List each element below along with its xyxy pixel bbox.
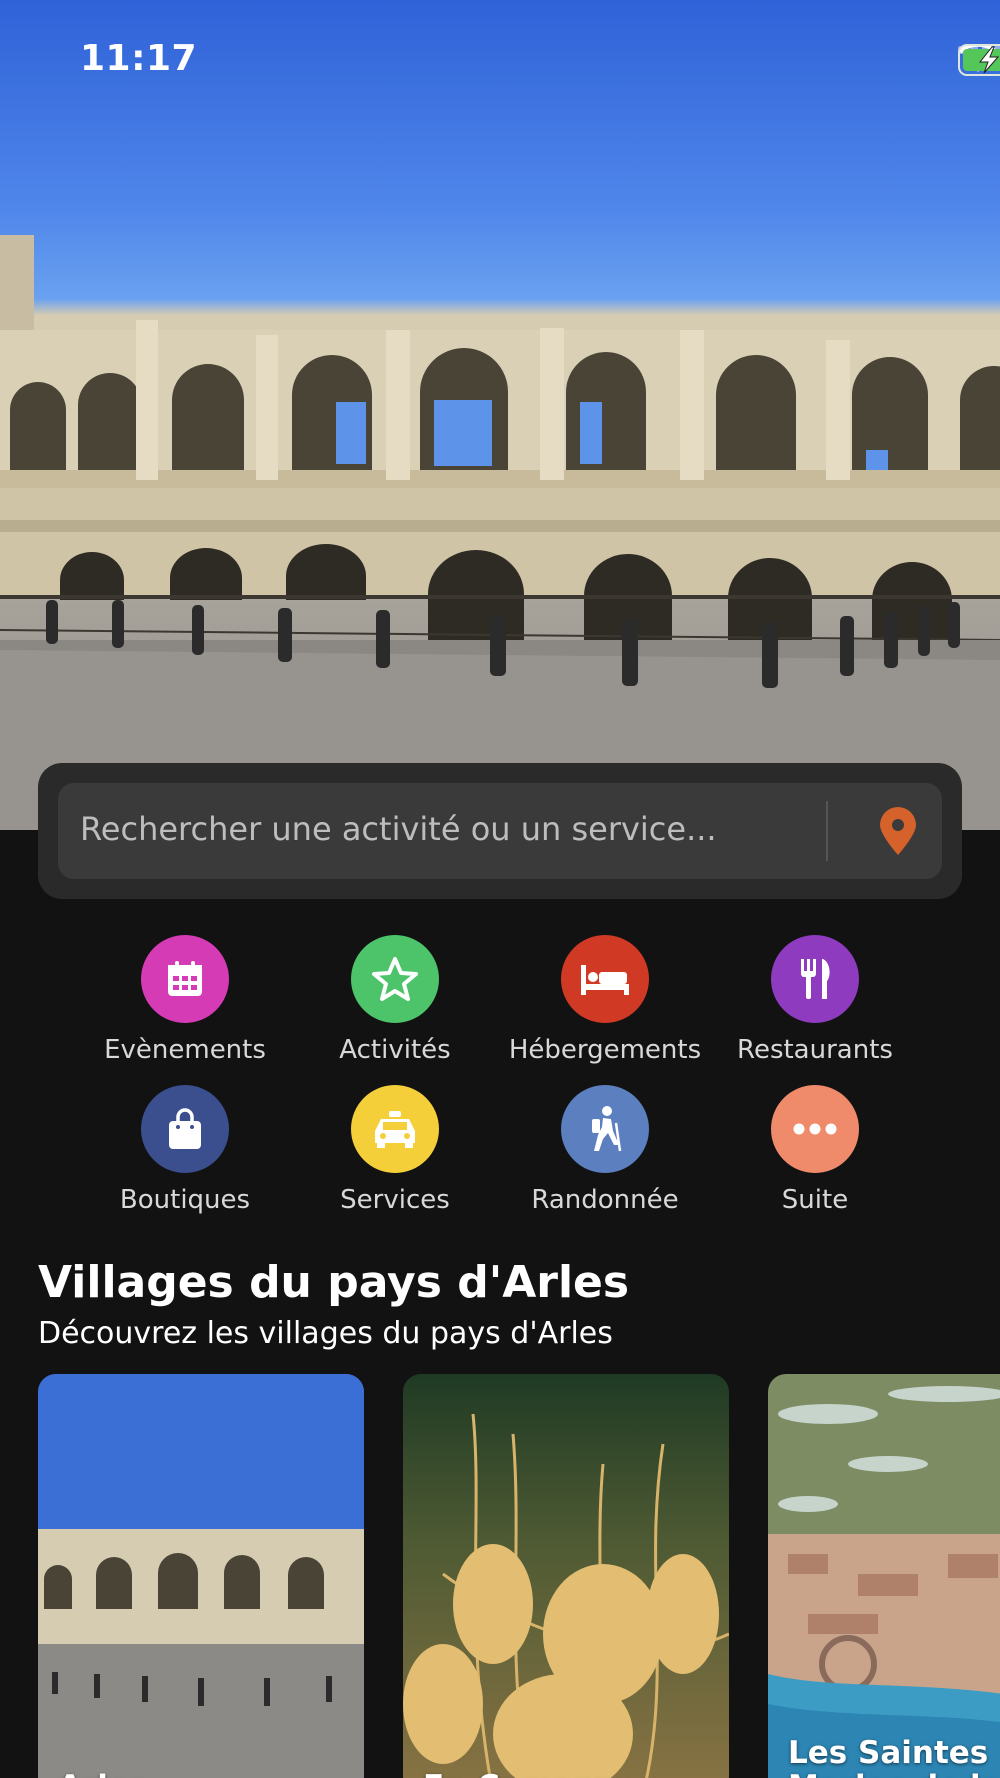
village-carousel[interactable]: Arles En Camargue Les Saintes Maries de …	[0, 1374, 1000, 1778]
section-title: Villages du pays d'Arles	[38, 1257, 630, 1308]
category-label: Services	[340, 1185, 450, 1215]
village-image	[768, 1374, 1000, 1778]
category-label: Activités	[339, 1035, 451, 1065]
calendar-icon	[141, 935, 229, 1023]
category-label: Boutiques	[119, 1185, 251, 1215]
category-evenements[interactable]: Evènements	[80, 935, 290, 1065]
search-input[interactable]	[78, 809, 862, 849]
battery-charging-icon	[958, 44, 1000, 76]
hiker-icon	[561, 1085, 649, 1173]
taxi-icon	[351, 1085, 439, 1173]
status-bar: 11:17	[0, 34, 1000, 84]
village-name: En Camargue	[423, 1770, 655, 1778]
village-name: Arles	[58, 1770, 147, 1778]
category-randonnee[interactable]: Randonnée	[500, 1085, 710, 1215]
category-activites[interactable]: Activités	[290, 935, 500, 1065]
category-restaurants[interactable]: Restaurants	[710, 935, 920, 1065]
village-image	[403, 1374, 729, 1778]
category-suite[interactable]: Suite	[710, 1085, 920, 1215]
village-card-saintes-maries[interactable]: Les Saintes Maries de la Mer	[768, 1374, 1000, 1778]
village-card-arles[interactable]: Arles	[38, 1374, 364, 1778]
search-card	[38, 763, 962, 899]
category-label: Evènements	[104, 1035, 266, 1065]
village-card-camargue[interactable]: En Camargue	[403, 1374, 729, 1778]
status-time: 11:17	[80, 38, 198, 79]
arena-illustration	[0, 235, 1000, 830]
bed-icon	[561, 935, 649, 1023]
category-hebergements[interactable]: Hébergements	[500, 935, 710, 1065]
hero-image: 11:17	[0, 0, 1000, 830]
search-divider	[826, 801, 828, 861]
category-label: Randonnée	[531, 1185, 679, 1215]
category-services[interactable]: Services	[290, 1085, 500, 1215]
category-label: Suite	[781, 1185, 849, 1215]
search-field[interactable]	[58, 783, 942, 879]
category-label: Hébergements	[508, 1035, 702, 1065]
category-label: Restaurants	[737, 1035, 893, 1065]
village-name: Les Saintes Maries de la Mer	[788, 1735, 1000, 1778]
village-image	[38, 1374, 364, 1778]
shopping-bag-icon	[141, 1085, 229, 1173]
category-boutiques[interactable]: Boutiques	[80, 1085, 290, 1215]
location-pin-icon[interactable]	[876, 807, 920, 857]
star-icon	[351, 935, 439, 1023]
section-subtitle: Découvrez les villages du pays d'Arles	[38, 1316, 613, 1351]
fork-knife-icon	[771, 935, 859, 1023]
more-dots-icon	[771, 1085, 859, 1173]
